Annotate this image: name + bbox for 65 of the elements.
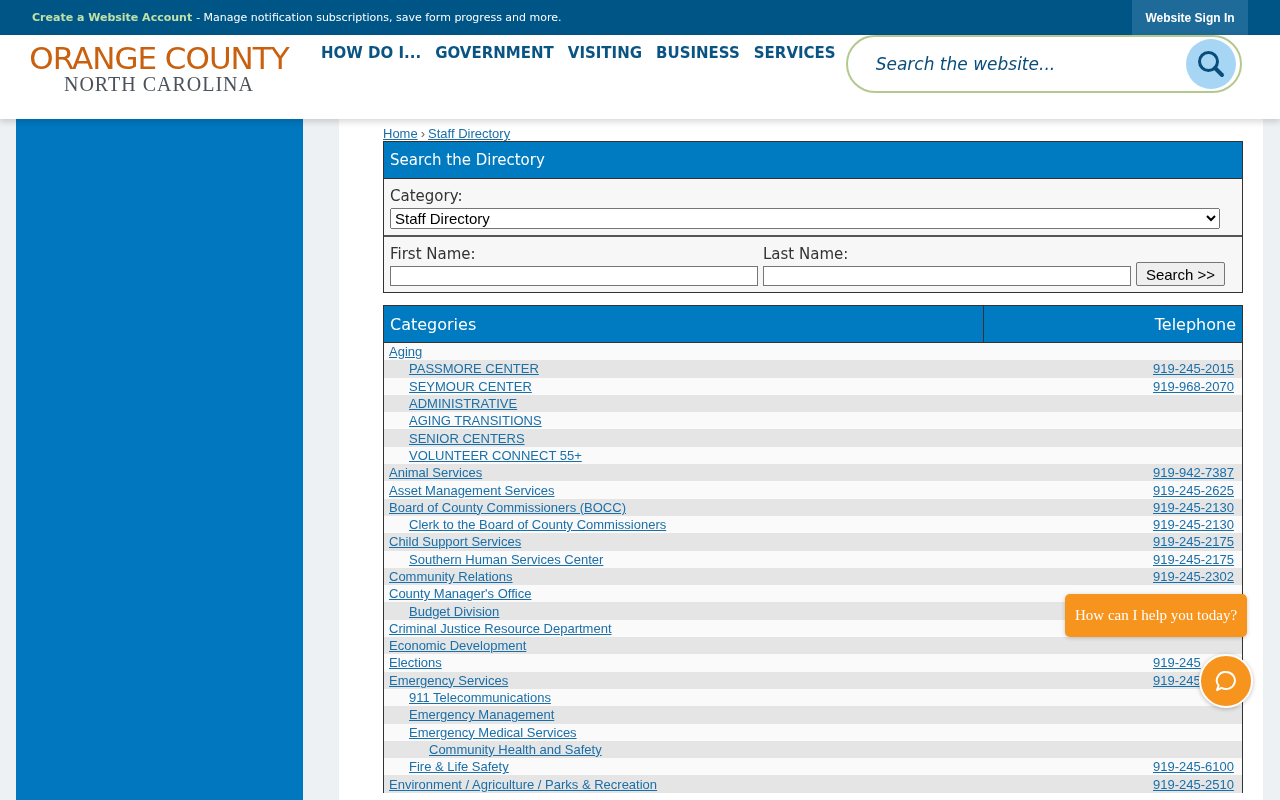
- phone-link[interactable]: 919-245-2175: [1153, 534, 1234, 550]
- create-account-link[interactable]: Create a Website Account: [32, 11, 193, 24]
- nav-link[interactable]: VISITING: [567, 44, 643, 62]
- nav-link[interactable]: GOVERNMENT: [435, 44, 554, 62]
- category-link[interactable]: VOLUNTEER CONNECT 55+: [409, 447, 582, 463]
- category-link[interactable]: Southern Human Services Center: [409, 551, 604, 567]
- category-link[interactable]: 911 Telecommunications: [409, 690, 551, 706]
- logo-subtitle[interactable]: NORTH CAROLINA: [64, 75, 254, 93]
- phone-link[interactable]: 919-245-6100: [1153, 759, 1234, 775]
- category-link[interactable]: Child Support Services: [389, 534, 522, 550]
- search-directory-button[interactable]: Search >>: [1136, 262, 1225, 286]
- category-link[interactable]: ADMINISTRATIVE: [409, 396, 518, 412]
- first-name-input[interactable]: [390, 266, 758, 286]
- category-link[interactable]: AGING TRANSITIONS: [409, 413, 542, 429]
- category-link[interactable]: Economic Development: [389, 638, 527, 654]
- sign-in-button[interactable]: Website Sign In: [1132, 0, 1248, 35]
- category-link[interactable]: Community Relations: [389, 569, 513, 584]
- phone-link[interactable]: 919-245-2510: [1153, 776, 1234, 792]
- phone-link[interactable]: 919-245: [1153, 672, 1201, 688]
- category-label: Category:: [390, 187, 464, 205]
- category-link[interactable]: Clerk to the Board of County Commissioners: [409, 517, 667, 533]
- category-link[interactable]: Environment / Agriculture / Parks & Recreation: [389, 776, 658, 792]
- nav-link[interactable]: SERVICES: [753, 44, 836, 62]
- category-link[interactable]: County Manager's Office: [389, 586, 532, 602]
- last-name-input[interactable]: [763, 266, 1131, 286]
- account-message: - Manage notification subscriptions, save form progress and more.: [196, 11, 562, 24]
- breadcrumb-link[interactable]: Staff Directory: [428, 126, 511, 141]
- category-link[interactable]: SEYMOUR CENTER: [409, 378, 532, 394]
- column-header: Telephone: [1153, 313, 1237, 336]
- column-header: Categories: [384, 306, 984, 342]
- phone-link[interactable]: 919-245-2302: [1153, 569, 1234, 584]
- first-name-label: First Name:: [390, 245, 477, 263]
- category-link[interactable]: PASSMORE CENTER: [409, 361, 539, 377]
- search-button[interactable]: [1185, 39, 1236, 89]
- phone-link[interactable]: 919-245-2015: [1153, 361, 1234, 377]
- logo-title[interactable]: ORANGE COUNTY: [29, 41, 289, 75]
- category-link[interactable]: Budget Division: [409, 603, 500, 619]
- category-link[interactable]: Animal Services: [389, 465, 483, 481]
- category-select[interactable]: Staff Directory: [390, 208, 1220, 229]
- phone-link[interactable]: 919-968-2070: [1153, 378, 1234, 394]
- category-link[interactable]: Emergency Services: [389, 672, 509, 688]
- phone-link[interactable]: 919-245-2175: [1153, 551, 1234, 567]
- category-link[interactable]: Community Health and Safety: [429, 741, 602, 757]
- category-link[interactable]: SENIOR CENTERS: [409, 430, 525, 446]
- search-icon: [1195, 49, 1226, 79]
- last-name-label: Last Name:: [763, 245, 850, 263]
- phone-link[interactable]: 919-245: [1153, 655, 1201, 671]
- site-search-field[interactable]: Search the website...: [845, 35, 1242, 93]
- nav-link[interactable]: BUSINESS: [656, 44, 740, 62]
- phone-link[interactable]: 919-942-7387: [1153, 465, 1234, 481]
- nav-link[interactable]: HOW DO I...: [321, 44, 422, 62]
- chat-icon: [1214, 669, 1238, 693]
- category-link[interactable]: Emergency Management: [409, 707, 555, 723]
- breadcrumb-separator: ›: [420, 126, 426, 141]
- category-link[interactable]: Emergency Medical Services: [409, 724, 577, 740]
- directory-search-title: Search the Directory: [384, 142, 1242, 179]
- category-link[interactable]: Asset Management Services: [389, 482, 555, 498]
- breadcrumb-link[interactable]: Home: [383, 126, 418, 141]
- phone-link[interactable]: 919-245-2130: [1153, 499, 1234, 515]
- category-link[interactable]: Aging: [389, 344, 423, 360]
- phone-link[interactable]: 919-245-2130: [1153, 517, 1234, 533]
- category-link[interactable]: Board of County Commissioners (BOCC): [389, 499, 626, 515]
- category-link[interactable]: Elections: [389, 655, 442, 671]
- category-link[interactable]: Fire & Life Safety: [409, 759, 509, 775]
- phone-link[interactable]: 919-245-2625: [1153, 482, 1234, 498]
